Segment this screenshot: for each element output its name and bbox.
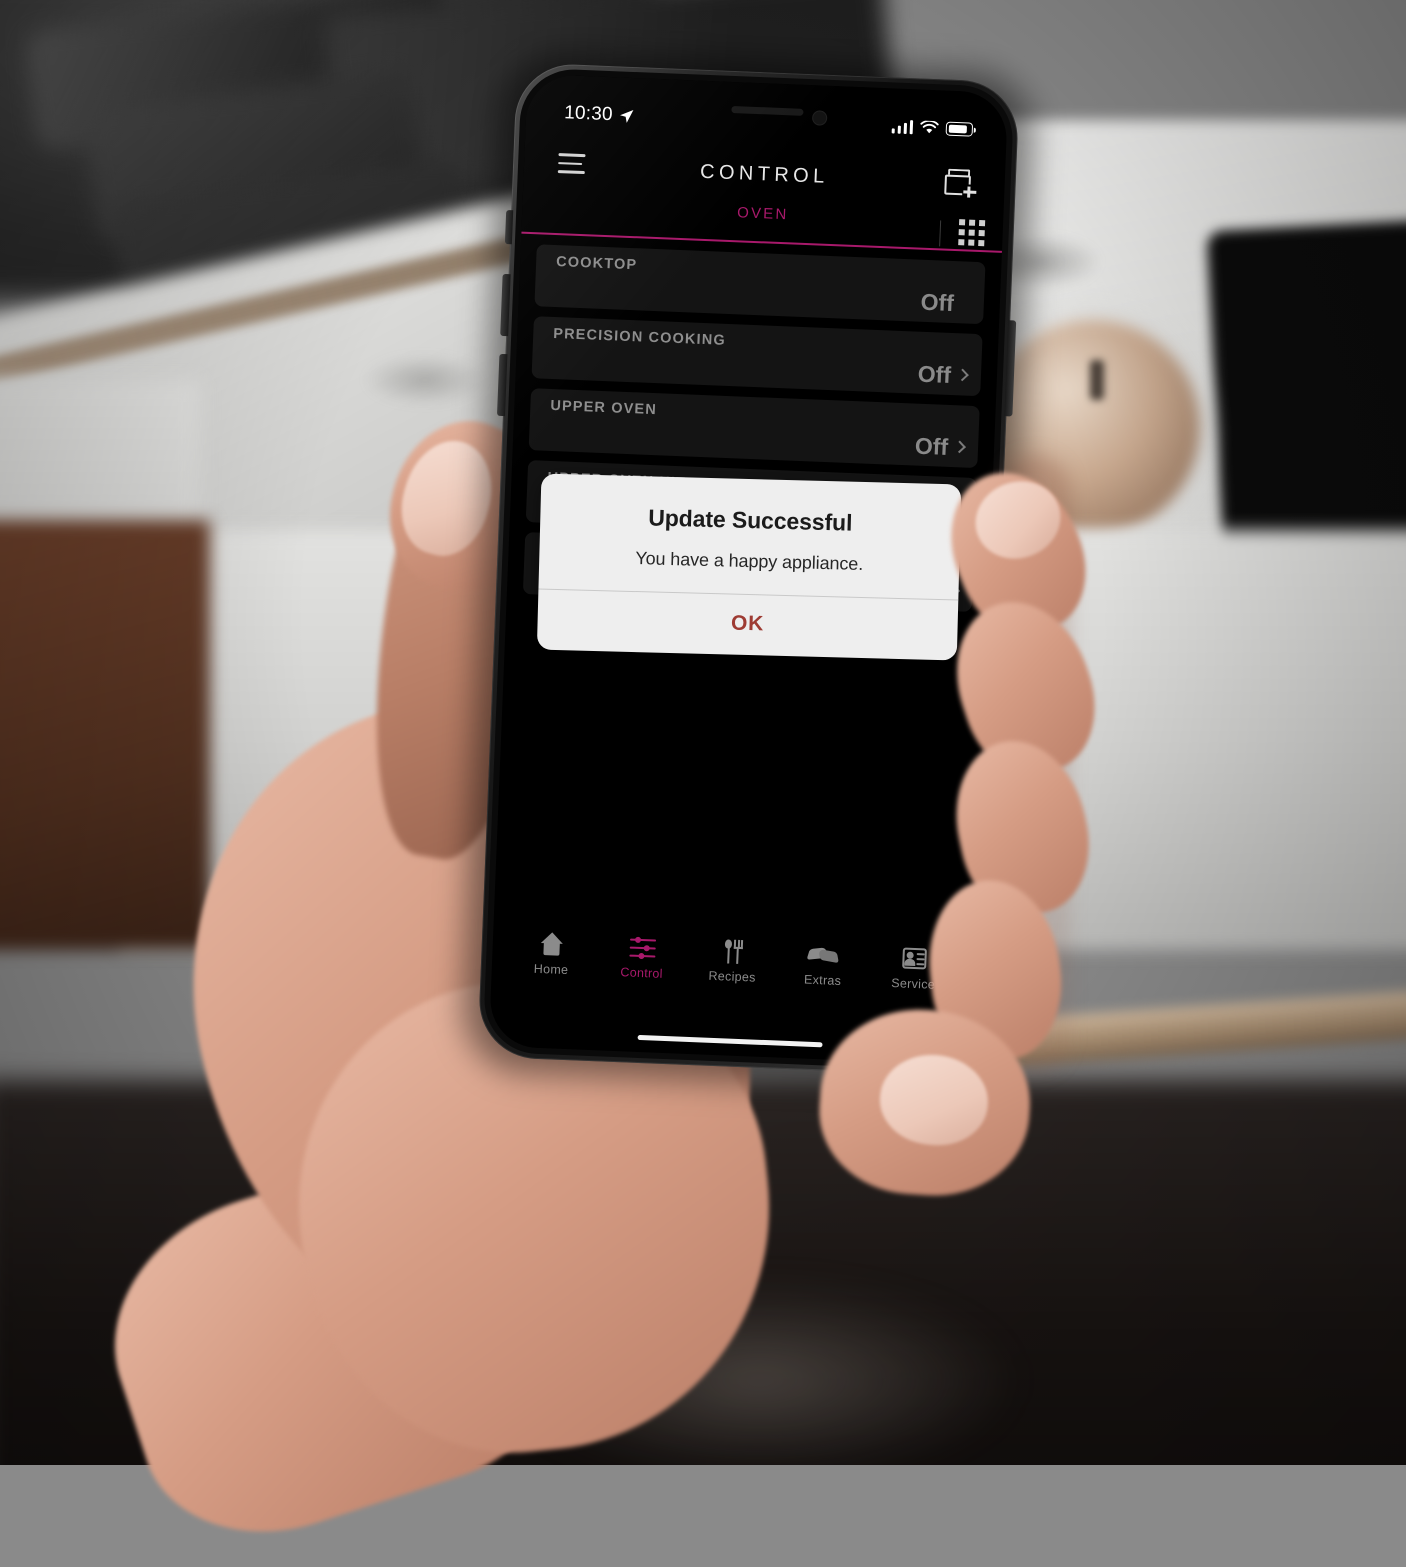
volume-down-button[interactable] <box>497 354 507 416</box>
dialog-overlay: Update Successful You have a happy appli… <box>489 74 1009 1066</box>
update-successful-dialog: Update Successful You have a happy appli… <box>536 474 960 661</box>
dialog-message: You have a happy appliance. <box>538 529 959 600</box>
ok-button[interactable]: OK <box>536 589 957 660</box>
volume-up-button[interactable] <box>500 274 510 336</box>
mute-switch[interactable] <box>505 210 513 244</box>
phone-screen: 10:30 CONTROL <box>489 74 1009 1066</box>
